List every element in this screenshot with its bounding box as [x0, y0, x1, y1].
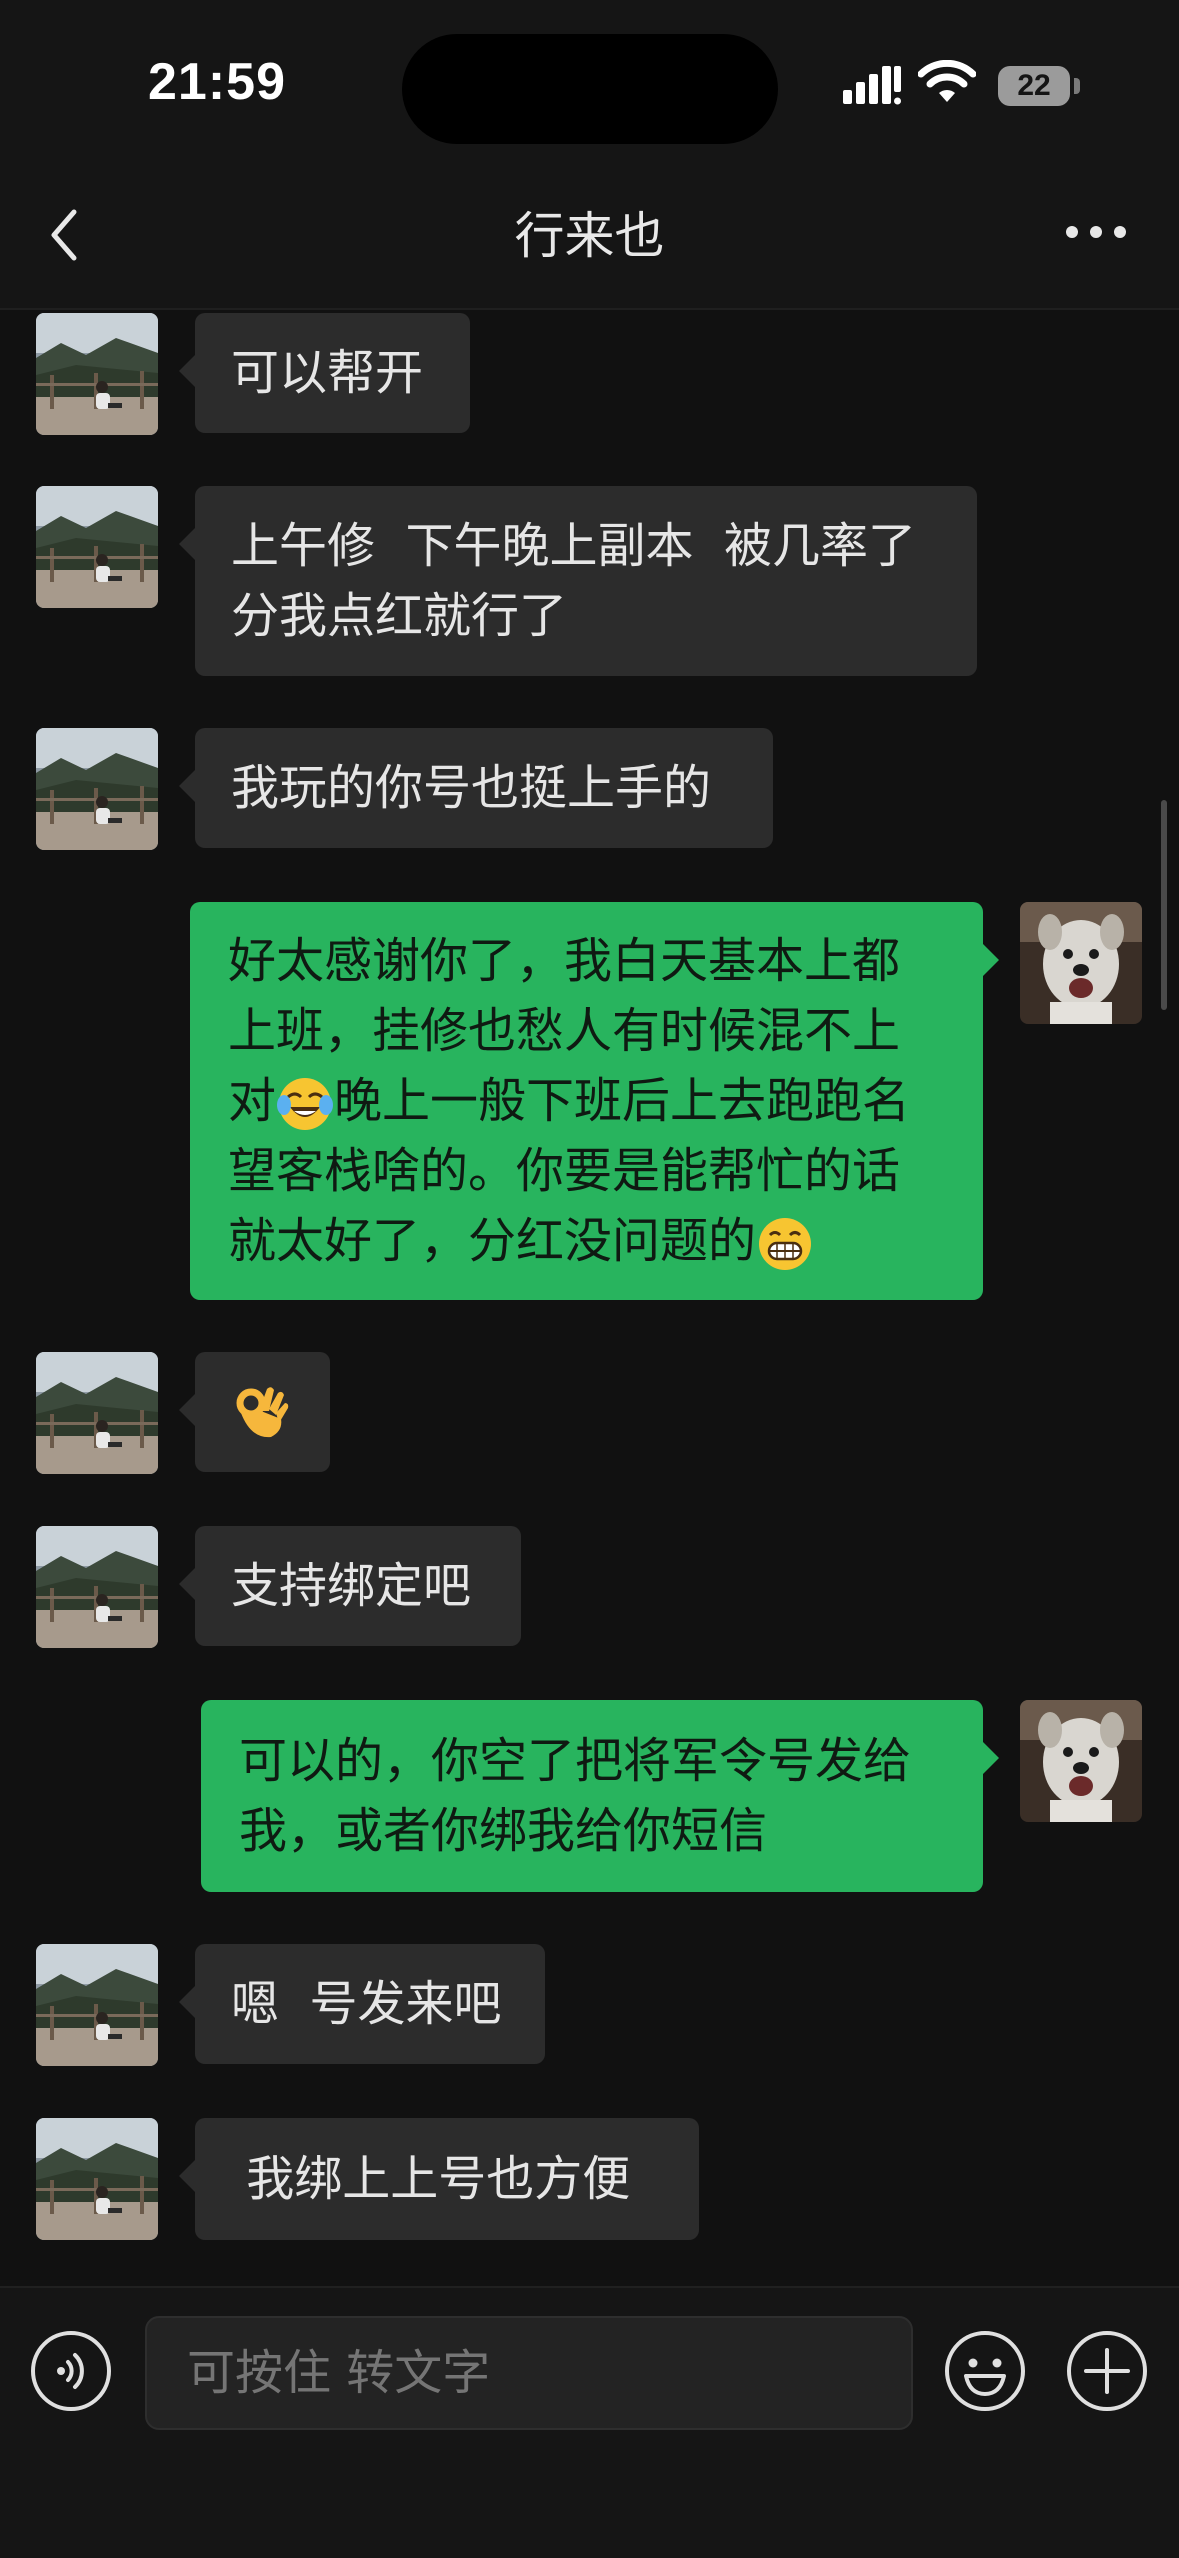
message-line-rest: 晚上一般下班后上去跑跑名 — [334, 1073, 911, 1129]
message-text: 可以帮开 — [231, 345, 424, 401]
message-line: 上午修 下午晚上副本 被几率了 — [231, 518, 917, 574]
message-text: 支持绑定吧 — [231, 1558, 472, 1614]
outgoing-message-bubble[interactable]: 好太感谢你了，我白天基本上都 上班，挂修也愁人有时候混不上 对 晚上一般下班后上… — [190, 902, 999, 1300]
message-text: 我绑上上号也方便 — [231, 2151, 631, 2207]
contact-avatar[interactable] — [36, 486, 158, 608]
plus-icon[interactable] — [1066, 2330, 1148, 2412]
incoming-message-bubble[interactable]: 可以帮开 — [179, 313, 470, 433]
wifi-icon — [918, 60, 976, 102]
incoming-message-bubble[interactable]: 上午修 下午晚上副本 被几率了 分我点红就行了 — [179, 486, 977, 676]
face-with-tears-of-joy-icon — [277, 1078, 334, 1130]
emoji-icon[interactable] — [944, 2330, 1026, 2412]
cellular-signal-icon — [843, 66, 901, 105]
outgoing-message-bubble[interactable]: 可以的，你空了把将军令号发给 我，或者你绑我给你短信 — [201, 1700, 999, 1892]
my-avatar[interactable] — [1020, 1700, 1142, 1822]
message-line-text: 就太好了，分红没问题的 — [228, 1213, 757, 1269]
message-line: 对 晚上一般下班后上去跑跑名 — [228, 1066, 910, 1136]
contact-avatar[interactable] — [36, 1526, 158, 1648]
message-line: 望客栈啥的。你要是能帮忙的话 — [228, 1143, 901, 1199]
contact-avatar[interactable] — [36, 728, 158, 850]
incoming-message-bubble[interactable]: 支持绑定吧 — [179, 1526, 521, 1646]
message-line: 上班，挂修也愁人有时候混不上 — [228, 1003, 901, 1059]
contact-avatar[interactable] — [36, 313, 158, 435]
message-line: 分我点红就行了 — [231, 588, 568, 644]
battery-indicator: 22 — [998, 66, 1070, 106]
message-text: 嗯 号发来吧 — [231, 1976, 502, 2032]
incoming-message-bubble[interactable]: 我绑上上号也方便 — [179, 2118, 699, 2240]
ok-hand-icon — [236, 1387, 289, 1438]
status-bar: 21:59 22 — [0, 0, 1179, 170]
chat-header: 行来也 — [0, 170, 1179, 310]
message-line: 我，或者你绑我给你短信 — [239, 1803, 768, 1859]
chat-title: 行来也 — [514, 207, 665, 265]
dynamic-island — [402, 34, 778, 144]
contact-avatar[interactable] — [36, 1944, 158, 2066]
contact-avatar[interactable] — [36, 1352, 158, 1474]
voice-input-icon[interactable] — [30, 2330, 112, 2412]
grinning-face-icon — [759, 1218, 812, 1270]
contact-avatar[interactable] — [36, 2118, 158, 2240]
incoming-message-bubble[interactable]: 我玩的你号也挺上手的 — [179, 728, 773, 848]
battery-cap — [1074, 78, 1080, 94]
message-line-prefix: 对 — [228, 1073, 277, 1129]
message-input-bar — [0, 2286, 1179, 2558]
message-line: 就太好了，分红没问题的 — [228, 1206, 814, 1276]
message-input[interactable] — [145, 2316, 913, 2430]
more-options-icon[interactable] — [1060, 212, 1132, 252]
clock: 21:59 — [148, 53, 286, 111]
scroll-indicator[interactable] — [1161, 800, 1167, 1010]
incoming-message-bubble[interactable] — [179, 1352, 330, 1472]
message-text: 我玩的你号也挺上手的 — [231, 760, 712, 816]
message-line: 可以的，你空了把将军令号发给 — [239, 1733, 912, 1789]
my-avatar[interactable] — [1020, 902, 1142, 1024]
message-line: 好太感谢你了，我白天基本上都 — [228, 933, 901, 989]
incoming-message-bubble[interactable]: 嗯 号发来吧 — [179, 1944, 545, 2064]
